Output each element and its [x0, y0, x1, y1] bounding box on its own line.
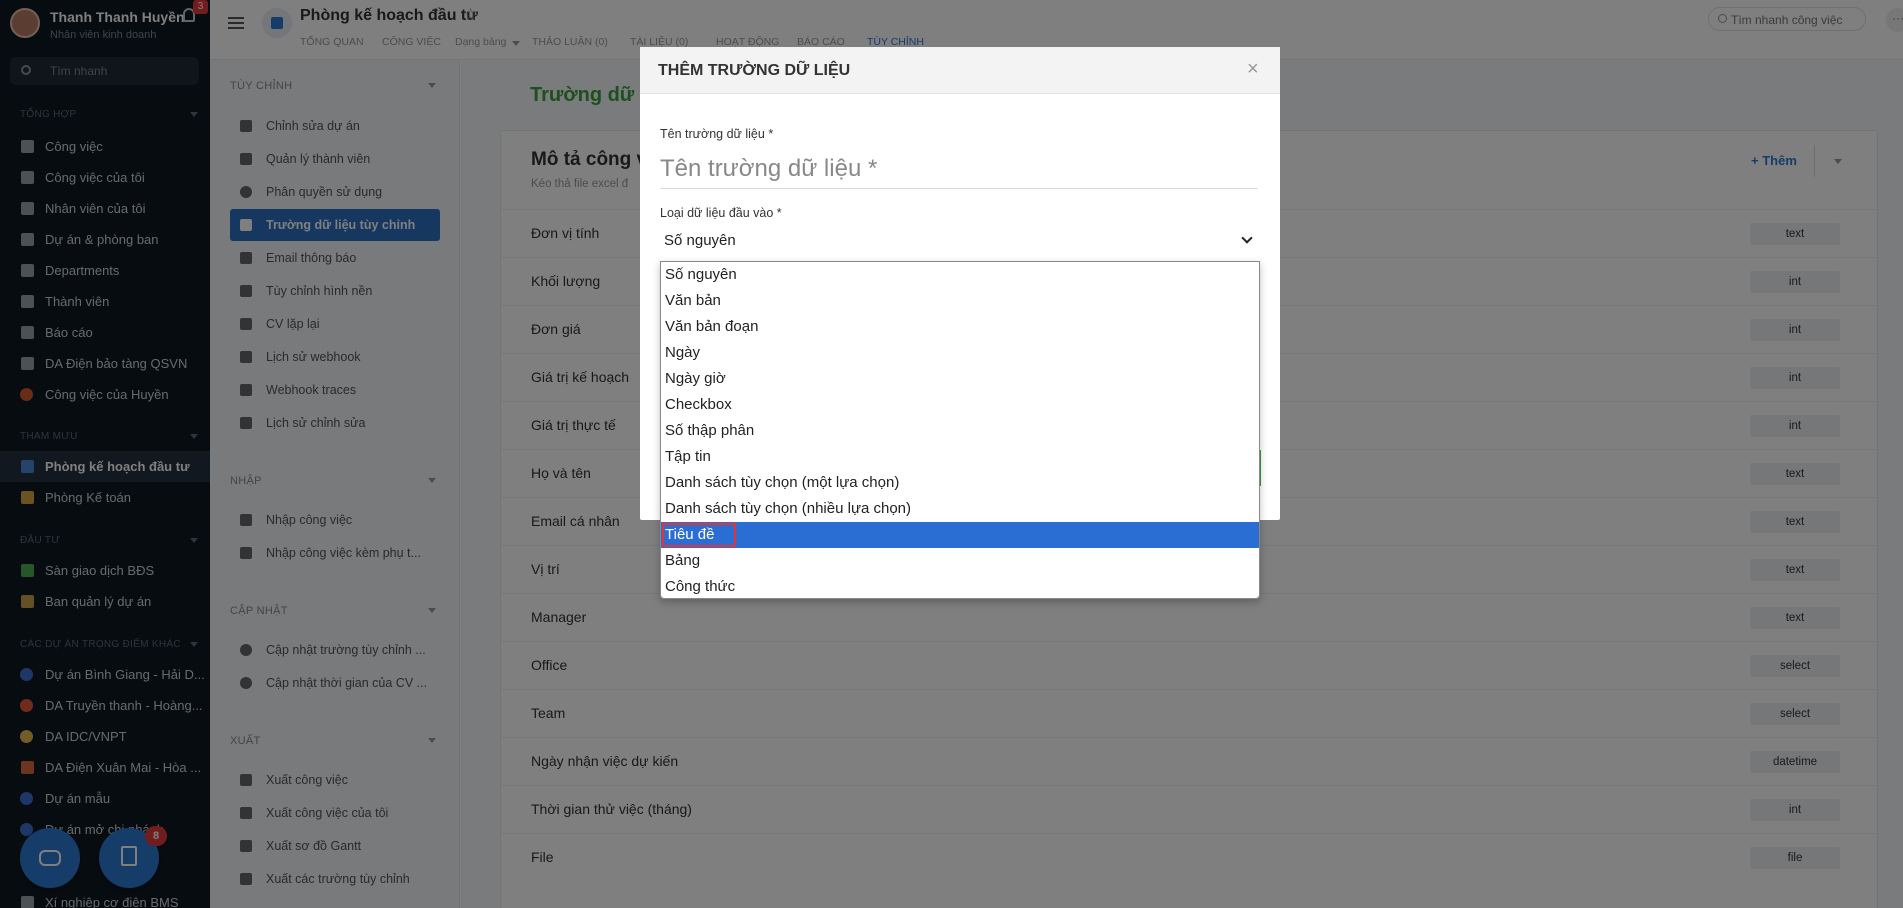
option-label: Bảng — [665, 552, 701, 569]
option-label: Tập tin — [665, 448, 711, 465]
field-type-value: Số nguyên — [664, 232, 736, 249]
option-label: Checkbox — [665, 396, 732, 413]
field-name-placeholder: Tên trường dữ liệu * — [660, 155, 878, 182]
option-tap-tin[interactable]: Tập tin — [661, 444, 1259, 470]
option-label: Danh sách tùy chọn (nhiều lựa chọn) — [665, 500, 912, 517]
modal-header: THÊM TRƯỜNG DỮ LIỆU × — [640, 47, 1280, 94]
option-van-ban-doan[interactable]: Văn bản đoạn — [661, 314, 1259, 340]
option-danh-sach-nhieu[interactable]: Danh sách tùy chọn (nhiều lựa chọn) — [661, 496, 1259, 522]
option-label: Ngày giờ — [665, 370, 726, 387]
option-label: Danh sách tùy chọn (một lựa chọn) — [665, 474, 900, 491]
field-type-dropdown: Số nguyên Văn bản Văn bản đoạn Ngày Ngày… — [660, 261, 1260, 599]
chevron-down-icon — [1241, 232, 1253, 244]
option-danh-sach-mot[interactable]: Danh sách tùy chọn (một lựa chọn) — [661, 470, 1259, 496]
option-cong-thuc[interactable]: Công thức — [661, 574, 1259, 600]
highlight-box — [662, 523, 736, 547]
option-label: Công thức — [665, 578, 736, 595]
option-ngay[interactable]: Ngày — [661, 340, 1259, 366]
option-so-nguyen[interactable]: Số nguyên — [661, 262, 1259, 288]
option-label: Văn bản — [665, 292, 721, 309]
option-label: Số nguyên — [665, 266, 737, 283]
option-checkbox[interactable]: Checkbox — [661, 392, 1259, 418]
field-type-label: Loại dữ liệu đầu vào * — [660, 206, 782, 220]
option-label: Ngày — [665, 344, 701, 361]
option-so-thap-phan[interactable]: Số thập phân — [661, 418, 1259, 444]
close-icon[interactable]: × — [1247, 58, 1259, 81]
field-name-label: Tên trường dữ liệu * — [660, 127, 774, 141]
option-label: Số thập phân — [665, 422, 755, 439]
option-ngay-gio[interactable]: Ngày giờ — [661, 366, 1259, 392]
modal-title: THÊM TRƯỜNG DỮ LIỆU — [658, 62, 851, 79]
option-label: Văn bản đoạn — [665, 318, 759, 335]
field-name-input[interactable]: Tên trường dữ liệu * — [660, 149, 1258, 189]
field-type-select[interactable]: Số nguyên — [660, 228, 1258, 254]
option-bang[interactable]: Bảng — [661, 548, 1259, 574]
option-tieu-de[interactable]: Tiêu đề — [661, 522, 1259, 548]
option-van-ban[interactable]: Văn bản — [661, 288, 1259, 314]
